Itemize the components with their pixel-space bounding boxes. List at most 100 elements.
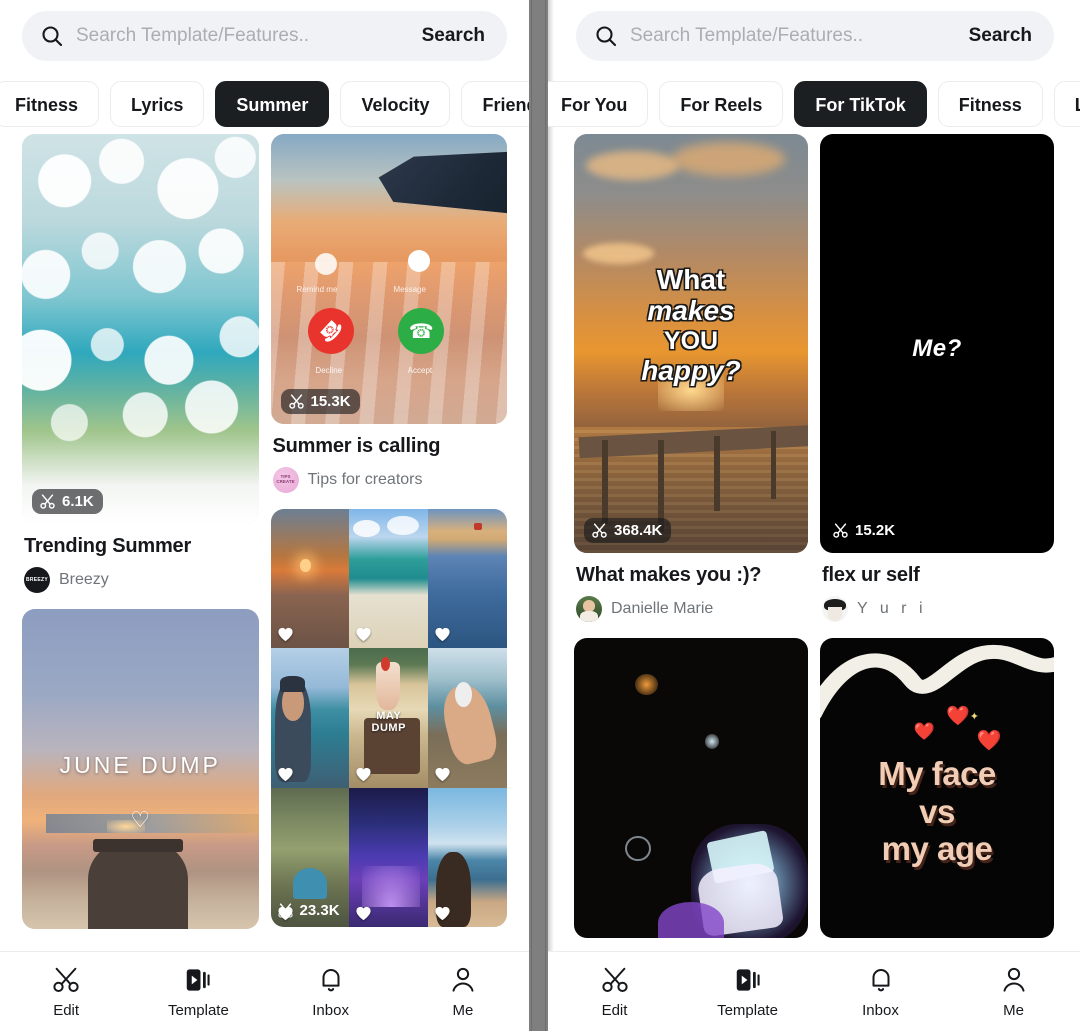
chip-velocity[interactable]: Velocity (340, 81, 451, 127)
collage-cell (428, 787, 507, 927)
heart-icon: ❤️ (976, 730, 1002, 752)
bell-icon (872, 968, 889, 991)
card-thumbnail[interactable]: Me? 15.2K (820, 134, 1054, 553)
template-card[interactable]: Me? 15.2K flex ur self Y u r i (820, 134, 1054, 622)
collage-cell: 23.3K (270, 787, 350, 927)
collage-cell (428, 648, 507, 788)
chip-summer[interactable]: Summer (215, 81, 330, 127)
tab-label: Me (452, 1001, 474, 1019)
scissors-icon (601, 967, 628, 992)
author-name: Y u r i (857, 600, 927, 617)
scissors-icon (288, 394, 304, 409)
bottom-tab-bar[interactable]: Edit Template Inbox Me (0, 951, 529, 1031)
overlay-text: MAY DUMP (371, 709, 406, 735)
chip-fitness[interactable]: Fitness (937, 81, 1043, 127)
person-icon (452, 967, 474, 992)
tab-inbox[interactable]: Inbox (265, 965, 397, 1019)
scissors-icon (592, 523, 607, 538)
thumbnail-image-my-face-vs-my-age: ❤️ ❤️ ❤️ ✦ My face vs my age (820, 638, 1054, 938)
tab-label: Edit (601, 1001, 628, 1019)
collage-cell (428, 509, 507, 649)
heart-icon (435, 628, 450, 642)
heart-icon (356, 767, 371, 781)
search-button[interactable]: Search (422, 25, 485, 47)
tab-inbox[interactable]: Inbox (814, 965, 947, 1019)
overlay-text: JUNE DUMP (59, 751, 221, 778)
heart-icon (356, 628, 371, 642)
search-input[interactable] (630, 25, 969, 47)
chip-for-tiktok[interactable]: For TikTok (794, 81, 927, 127)
template-feed-right[interactable]: What makes YOU happy? 368.4K What makes … (548, 134, 1080, 951)
chip-friends[interactable]: Friends (461, 81, 529, 127)
template-card[interactable]: MAY DUMP 23.3K (270, 509, 507, 927)
card-thumbnail[interactable] (574, 638, 808, 938)
uses-count: 23.3K (299, 901, 340, 919)
tab-template[interactable]: Template (681, 965, 814, 1019)
feed-column: What makes YOU happy? 368.4K What makes … (574, 134, 808, 951)
scissors-icon (53, 967, 79, 992)
category-chip-row-left[interactable]: Fitness Lyrics Summer Velocity Friends (0, 81, 529, 127)
chip-lyrics[interactable]: Lyrics (110, 81, 205, 127)
sparkle-icon: ✦ (969, 711, 979, 723)
search-bar[interactable]: Search (576, 11, 1054, 61)
screenshot-root: Search Fitness Lyrics Summer Velocity Fr… (0, 0, 1080, 1031)
template-card[interactable]: JUNE DUMP ♡ (22, 609, 259, 929)
search-bar[interactable]: Search (22, 11, 507, 61)
category-chip-row-right[interactable]: For You For Reels For TikTok Fitness Lyr… (548, 81, 1080, 127)
tab-edit[interactable]: Edit (0, 965, 132, 1019)
uses-count: 15.2K (855, 522, 896, 539)
card-thumbnail[interactable]: ❤️ ❤️ ❤️ ✦ My face vs my age (820, 638, 1054, 938)
tab-me[interactable]: Me (947, 965, 1080, 1019)
panel-divider (529, 0, 548, 1031)
avatar: BREEZY (24, 567, 50, 593)
card-author[interactable]: Danielle Marie (576, 596, 808, 622)
chip-fitness[interactable]: Fitness (0, 81, 100, 127)
avatar (822, 596, 848, 622)
template-play-icon (736, 968, 760, 991)
bottom-tab-bar[interactable]: Edit Template Inbox Me (548, 951, 1080, 1031)
template-feed-left[interactable]: 6.1K Trending Summer BREEZY Breezy JUNE … (0, 134, 529, 951)
heart-icon: ♡ (130, 807, 151, 833)
template-card[interactable] (574, 638, 808, 938)
card-thumbnail[interactable]: Remind me Message ☎ ☎ Decline Accept 15.… (270, 134, 507, 424)
card-thumbnail[interactable]: What makes YOU happy? 368.4K (574, 134, 808, 553)
uses-count: 368.4K (614, 522, 663, 539)
tab-label: Edit (53, 1001, 80, 1019)
uses-badge: 6.1K (32, 489, 103, 514)
uses-badge: 15.3K (280, 389, 360, 414)
scissors-icon (833, 523, 848, 538)
template-card[interactable]: 6.1K Trending Summer BREEZY Breezy (22, 134, 259, 593)
heart-icon (277, 906, 293, 921)
template-card[interactable]: ❤️ ❤️ ❤️ ✦ My face vs my age (820, 638, 1054, 938)
tab-edit[interactable]: Edit (548, 965, 681, 1019)
phone-panel-right: Search For You For Reels For TikTok Fitn… (548, 0, 1080, 1031)
template-card[interactable]: What makes YOU happy? 368.4K What makes … (574, 134, 808, 622)
feed-column: Remind me Message ☎ ☎ Decline Accept 15.… (270, 134, 508, 945)
card-author[interactable]: Y u r i (822, 596, 1054, 622)
author-name: Breezy (59, 571, 109, 588)
heart-icon (435, 767, 450, 781)
card-author[interactable]: TIPS CREATE Tips for creators (272, 467, 508, 493)
chip-for-you[interactable]: For You (548, 81, 649, 127)
card-author[interactable]: BREEZY Breezy (24, 567, 259, 593)
thumbnail-image-may-dump-3x3-collage: MAY DUMP 23.3K (270, 509, 507, 927)
collage-cell (349, 787, 429, 927)
search-button[interactable]: Search (969, 25, 1032, 47)
search-icon (596, 26, 617, 47)
card-thumbnail[interactable]: MAY DUMP 23.3K (270, 509, 507, 927)
chip-lyrics[interactable]: Lyrics (1053, 81, 1080, 127)
tab-label: Inbox (862, 1001, 899, 1019)
collage-cell (349, 509, 429, 649)
template-card[interactable]: Remind me Message ☎ ☎ Decline Accept 15.… (270, 134, 508, 493)
accept-call-icon: ☎ (398, 308, 445, 354)
tab-me[interactable]: Me (397, 965, 529, 1019)
tab-template[interactable]: Template (132, 965, 264, 1019)
scribble-icon (820, 644, 1054, 718)
avatar (576, 596, 602, 622)
overlay-text: Me? (912, 335, 962, 363)
search-input[interactable] (76, 25, 422, 47)
card-thumbnail[interactable]: 6.1K (22, 134, 259, 524)
chip-for-reels[interactable]: For Reels (659, 81, 784, 127)
card-thumbnail[interactable]: JUNE DUMP ♡ (22, 609, 259, 929)
bell-icon (322, 968, 340, 991)
